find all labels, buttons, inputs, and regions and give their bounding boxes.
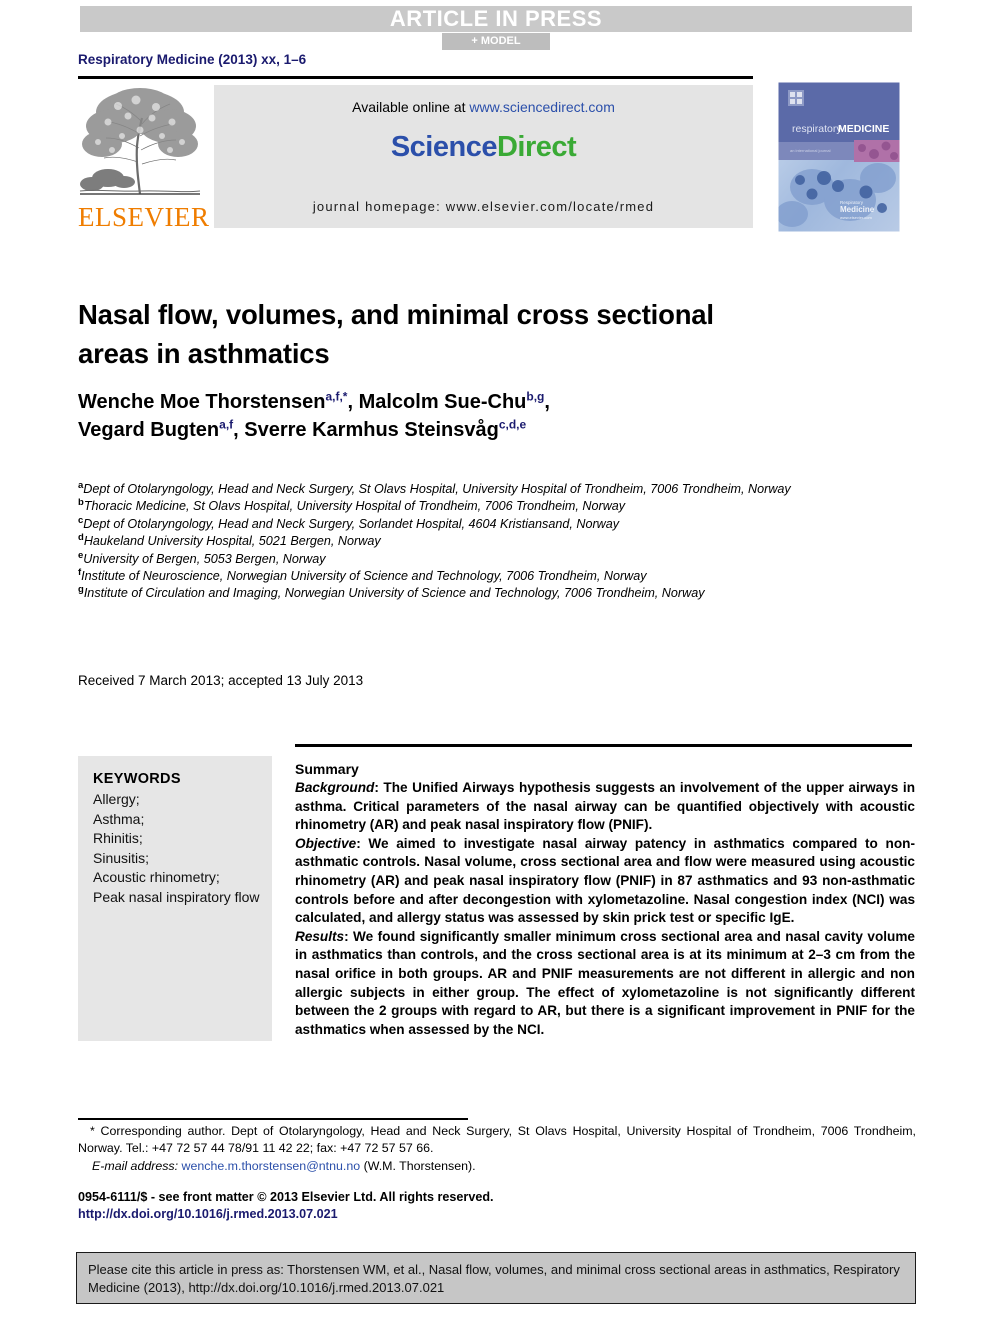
elsevier-tree-icon (79, 88, 201, 195)
keyword-item: Asthma; (93, 810, 145, 827)
article-in-press-banner: ARTICLE IN PRESS (80, 6, 912, 32)
summary-paragraph: Results: We found significantly smaller … (295, 928, 915, 1040)
author-separator: , (233, 419, 245, 441)
svg-text:Medicine: Medicine (840, 205, 875, 214)
abstract-divider-rule (295, 744, 912, 747)
sciencedirect-link[interactable]: www.sciencedirect.com (469, 99, 615, 115)
available-online-prefix: Available online at (352, 99, 470, 115)
sciencedirect-panel: Available online at www.sciencedirect.co… (214, 85, 753, 228)
affiliation-item: gInstitute of Circulation and Imaging, N… (78, 585, 878, 602)
model-badge-label: + MODEL (471, 35, 521, 47)
author-separator: , (544, 391, 550, 413)
affiliation-item: eUniversity of Bergen, 5053 Bergen, Norw… (78, 550, 878, 568)
affiliation-item: bThoracic Medicine, St Olavs Hospital, U… (78, 498, 878, 515)
affiliation-text: Institute of Circulation and Imaging, No… (83, 586, 705, 601)
doi-link[interactable]: http://dx.doi.org/10.1016/j.rmed.2013.07… (78, 1206, 678, 1223)
affiliation-text: Haukeland University Hospital, 5021 Berg… (83, 534, 381, 549)
affiliation-text: Institute of Neuroscience, Norwegian Uni… (81, 569, 647, 584)
affiliation-item: cDept of Otolaryngology, Head and Neck S… (78, 515, 878, 533)
affiliation-list: aDept of Otolaryngology, Head and Neck S… (78, 481, 878, 603)
summary-section-label: Results (295, 928, 345, 944)
author-name: Wenche Moe Thorstensen (78, 391, 326, 413)
affiliation-text: University of Bergen, 5053 Bergen, Norwa… (83, 551, 326, 566)
svg-text:MEDICINE: MEDICINE (838, 123, 889, 135)
author-list: Wenche Moe Thorstensena,f,*, Malcolm Sue… (78, 388, 838, 444)
article-in-press-label: ARTICLE IN PRESS (389, 6, 603, 31)
journal-reference-line: Respiratory Medicine (2013) xx, 1–6 (78, 52, 307, 67)
summary-section-text: : The Unified Airways hypothesis suggest… (295, 780, 915, 833)
summary-section-text: : We found significantly smaller minimum… (295, 928, 915, 1037)
author-entry: Wenche Moe Thorstensena,f,*, (78, 389, 359, 413)
author-name: Sverre Karmhus Steinsvåg (244, 419, 499, 441)
available-online-line: Available online at www.sciencedirect.co… (214, 99, 753, 115)
journal-cover-image: respiratory MEDICINE an international jo… (778, 82, 900, 232)
email-link[interactable]: wenche.m.thorstensen@ntnu.no (182, 1159, 361, 1173)
received-accepted-line: Received 7 March 2013; accepted 13 July … (78, 673, 364, 688)
publisher-header-band: ELSEVIER Available online at www.science… (78, 82, 912, 234)
citation-notice-text: Please cite this article in press as: Th… (88, 1262, 900, 1295)
author-affiliation-marks: a,f,* (325, 389, 348, 404)
header-divider-rule (78, 76, 753, 79)
keyword-item: Acoustic rhinometry; (93, 869, 220, 885)
svg-text:www.elsevier.com: www.elsevier.com (840, 215, 872, 220)
svg-text:respiratory: respiratory (792, 123, 842, 135)
keyword-item: Allergy; (93, 791, 140, 807)
summary-section-label: Objective (295, 835, 357, 851)
svg-text:an international journal: an international journal (790, 148, 831, 153)
keyword-item: Rhinitis; (93, 830, 143, 846)
email-owner: (W.M. Thorstensen). (363, 1159, 476, 1173)
affiliation-text: Dept of Otolaryngology, Head and Neck Su… (83, 482, 791, 496)
author-entry: Vegard Bugtena,f, (78, 417, 245, 441)
summary-paragraph: Objective: We aimed to investigate nasal… (295, 835, 915, 928)
author-name: Vegard Bugten (78, 419, 220, 441)
summary-paragraph: Background: The Unified Airways hypothes… (295, 779, 915, 835)
affiliation-item: dHaukeland University Hospital, 5021 Ber… (78, 533, 878, 550)
elsevier-logo: ELSEVIER (78, 82, 210, 234)
affiliation-item: aDept of Otolaryngology, Head and Neck S… (78, 481, 878, 498)
journal-cover-thumbnail: respiratory MEDICINE an international jo… (778, 82, 900, 232)
author-entry: Sverre Karmhus Steinsvågc,d,e (244, 417, 527, 441)
copyright-block: 0954-6111/$ - see front matter © 2013 El… (78, 1189, 678, 1223)
footnote-block: * Corresponding author. Dept of Otolaryn… (78, 1123, 916, 1175)
author-name: Malcolm Sue-Chu (358, 391, 527, 413)
affiliation-item: fInstitute of Neuroscience, Norwegian Un… (78, 568, 878, 585)
author-affiliation-marks: b,g (526, 389, 545, 404)
summary-section: Summary Background: The Unified Airways … (295, 760, 915, 1039)
keywords-heading: KEYWORDS (93, 771, 181, 787)
copyright-line: 0954-6111/$ - see front matter © 2013 El… (78, 1190, 494, 1204)
email-note: E-mail address: wenche.m.thorstensen@ntn… (78, 1158, 916, 1175)
model-badge: + MODEL (442, 33, 550, 50)
corresponding-author-note: * Corresponding author. Dept of Otolaryn… (78, 1124, 916, 1155)
footnote-divider-rule (78, 1118, 468, 1120)
affiliation-text: Dept of Otolaryngology, Head and Neck Su… (83, 516, 620, 531)
author-affiliation-marks: c,d,e (498, 417, 527, 432)
page-title: Nasal flow, volumes, and minimal cross s… (78, 299, 714, 370)
affiliation-text: Thoracic Medicine, St Olavs Hospital, Un… (83, 499, 626, 514)
summary-section-text: : We aimed to investigate nasal airway p… (295, 835, 915, 926)
author-separator: , (347, 391, 359, 413)
email-label: E-mail address: (92, 1159, 179, 1173)
keywords-panel: KEYWORDS Allergy; Asthma; Rhinitis; Sinu… (78, 756, 272, 1041)
sciencedirect-wordmark-science: Science (390, 131, 498, 163)
elsevier-wordmark: ELSEVIER (78, 202, 210, 232)
summary-section-label: Background (295, 780, 375, 795)
summary-heading: Summary (295, 761, 359, 777)
author-entry: Malcolm Sue-Chub,g, (358, 389, 550, 413)
journal-homepage-line: journal homepage: www.elsevier.com/locat… (312, 199, 655, 214)
sciencedirect-wordmark-direct: Direct (496, 131, 577, 163)
keyword-item: Peak nasal inspiratory flow (93, 888, 260, 905)
sciencedirect-wordmark: ScienceDirect (214, 131, 753, 164)
keyword-item: Sinusitis; (93, 849, 150, 866)
author-affiliation-marks: a,f (219, 417, 234, 432)
citation-notice-box: Please cite this article in press as: Th… (76, 1252, 916, 1304)
